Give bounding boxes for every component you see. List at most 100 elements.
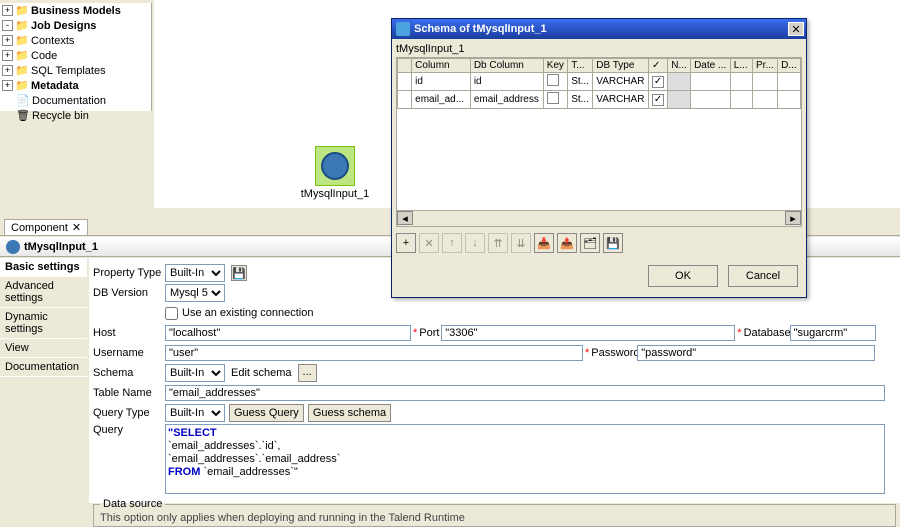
down-icon: ↓: [465, 233, 485, 253]
port-input[interactable]: [441, 325, 735, 341]
host-input[interactable]: [165, 325, 411, 341]
schema-table-wrap: Column Db Column Key T... DB Type ✓ N...…: [396, 57, 802, 227]
tree-item-job-designs[interactable]: -📁Job Designs: [0, 18, 151, 33]
tree-item-business-models[interactable]: +📁Business Models: [0, 3, 151, 18]
db-version-select[interactable]: Mysql 5: [165, 284, 225, 302]
folder-icon: 📁: [15, 4, 29, 18]
tree-item-metadata[interactable]: +📁Metadata: [0, 78, 151, 93]
schema-toolbar: + ✕ ↑ ↓ ⇈ ⇊ 📥 📤 🗂 💾: [396, 227, 802, 259]
scroll-right-icon[interactable]: ▸: [785, 211, 801, 225]
node-box[interactable]: [315, 146, 355, 186]
dialog-title: Schema of tMysqlInput_1: [414, 23, 784, 35]
close-icon[interactable]: ✕: [788, 22, 804, 36]
schema-table[interactable]: Column Db Column Key T... DB Type ✓ N...…: [397, 58, 801, 109]
query-label: Query: [93, 424, 165, 436]
folder-icon: 📁: [15, 64, 29, 78]
folder-icon: 📁: [15, 49, 29, 63]
close-icon[interactable]: ✕: [72, 221, 81, 234]
tree-item-recycle-bin[interactable]: 🗑Recycle bin: [0, 108, 151, 123]
schema-label: Schema: [93, 367, 165, 379]
doc-icon: 📄: [16, 94, 30, 108]
query-type-label: Query Type: [93, 407, 165, 419]
canvas-node-tmysqlinput[interactable]: tMysqlInput_1: [296, 146, 374, 200]
null-checkbox[interactable]: ✓: [652, 76, 664, 88]
key-checkbox[interactable]: [547, 92, 559, 104]
nav-advanced-settings[interactable]: Advanced settings: [0, 277, 87, 308]
save-icon[interactable]: 💾: [603, 233, 623, 253]
folder-icon: 📁: [15, 79, 29, 93]
property-type-select[interactable]: Built-In: [165, 264, 225, 282]
tree-item-sql-templates[interactable]: +📁SQL Templates: [0, 63, 151, 78]
repository-tree: +📁Business Models -📁Job Designs +📁Contex…: [0, 3, 152, 111]
collapse-icon[interactable]: -: [2, 20, 13, 31]
dialog-titlebar[interactable]: Schema of tMysqlInput_1 ✕: [392, 19, 806, 39]
table-row[interactable]: idid St...VARCHAR ✓: [398, 73, 801, 91]
username-label: Username: [93, 347, 165, 359]
database-input[interactable]: [790, 325, 876, 341]
top-icon: ⇈: [488, 233, 508, 253]
tree-item-code[interactable]: +📁Code: [0, 48, 151, 63]
scroll-left-icon[interactable]: ◂: [397, 211, 413, 225]
dialog-icon: [396, 22, 410, 36]
nav-documentation[interactable]: Documentation: [0, 358, 87, 377]
use-existing-label: Use an existing connection: [182, 307, 313, 319]
component-title: tMysqlInput_1: [24, 241, 98, 253]
nav-basic-settings[interactable]: Basic settings: [0, 258, 87, 277]
up-icon: ↑: [442, 233, 462, 253]
edit-schema-label: Edit schema: [231, 367, 292, 379]
settings-nav: Basic settings Advanced settings Dynamic…: [0, 258, 87, 503]
copy-icon[interactable]: 🗂: [580, 233, 600, 253]
db-input-icon: [321, 152, 349, 180]
password-input[interactable]: [637, 345, 875, 361]
expand-icon[interactable]: +: [2, 5, 13, 16]
folder-icon: 📁: [15, 34, 29, 48]
remove-icon: ✕: [419, 233, 439, 253]
nav-view[interactable]: View: [0, 339, 87, 358]
query-type-select[interactable]: Built-In: [165, 404, 225, 422]
query-textarea[interactable]: "SELECT `email_addresses`.`id`, `email_a…: [165, 424, 885, 494]
guess-query-button[interactable]: Guess Query: [229, 404, 304, 422]
db-version-label: DB Version: [93, 287, 165, 299]
schema-dialog: Schema of tMysqlInput_1 ✕ tMysqlInput_1 …: [391, 18, 807, 298]
save-icon[interactable]: 💾: [231, 265, 247, 281]
table-name-label: Table Name: [93, 387, 165, 399]
property-type-label: Property Type: [93, 267, 165, 279]
schema-select[interactable]: Built-In: [165, 364, 225, 382]
datasource-note: This option only applies when deploying …: [100, 512, 889, 524]
db-input-icon: [6, 240, 20, 254]
tree-item-documentation[interactable]: 📄Documentation: [0, 93, 151, 108]
username-input[interactable]: [165, 345, 583, 361]
port-label: Port: [419, 327, 441, 339]
password-label: Password: [591, 347, 637, 359]
database-label: Database: [744, 327, 790, 339]
null-checkbox[interactable]: ✓: [652, 94, 664, 106]
nav-dynamic-settings[interactable]: Dynamic settings: [0, 308, 87, 339]
table-row[interactable]: email_ad...email_address St...VARCHAR ✓: [398, 91, 801, 109]
ok-button[interactable]: OK: [648, 265, 718, 287]
cancel-button[interactable]: Cancel: [728, 265, 798, 287]
datasource-fieldset: Data source This option only applies whe…: [93, 498, 896, 527]
table-name-input[interactable]: [165, 385, 885, 401]
host-label: Host: [93, 327, 165, 339]
guess-schema-button[interactable]: Guess schema: [308, 404, 391, 422]
expand-icon[interactable]: +: [2, 65, 13, 76]
import-icon[interactable]: 📥: [534, 233, 554, 253]
datasource-legend: Data source: [100, 498, 165, 510]
expand-icon[interactable]: +: [2, 50, 13, 61]
edit-schema-button[interactable]: ...: [298, 364, 317, 382]
expand-icon[interactable]: +: [2, 80, 13, 91]
h-scrollbar[interactable]: ◂ ▸: [397, 210, 801, 226]
add-icon[interactable]: +: [396, 233, 416, 253]
dialog-subtitle: tMysqlInput_1: [396, 41, 802, 57]
node-label: tMysqlInput_1: [296, 188, 374, 200]
tree-item-contexts[interactable]: +📁Contexts: [0, 33, 151, 48]
table-header-row: Column Db Column Key T... DB Type ✓ N...…: [398, 59, 801, 73]
expand-icon[interactable]: +: [2, 35, 13, 46]
folder-icon: 📁: [15, 19, 29, 33]
trash-icon: 🗑: [16, 109, 30, 123]
tab-label: Component: [11, 222, 68, 234]
key-checkbox[interactable]: [547, 74, 559, 86]
use-existing-checkbox[interactable]: [165, 307, 178, 320]
tab-component[interactable]: Component ✕: [4, 219, 88, 235]
export-icon[interactable]: 📤: [557, 233, 577, 253]
